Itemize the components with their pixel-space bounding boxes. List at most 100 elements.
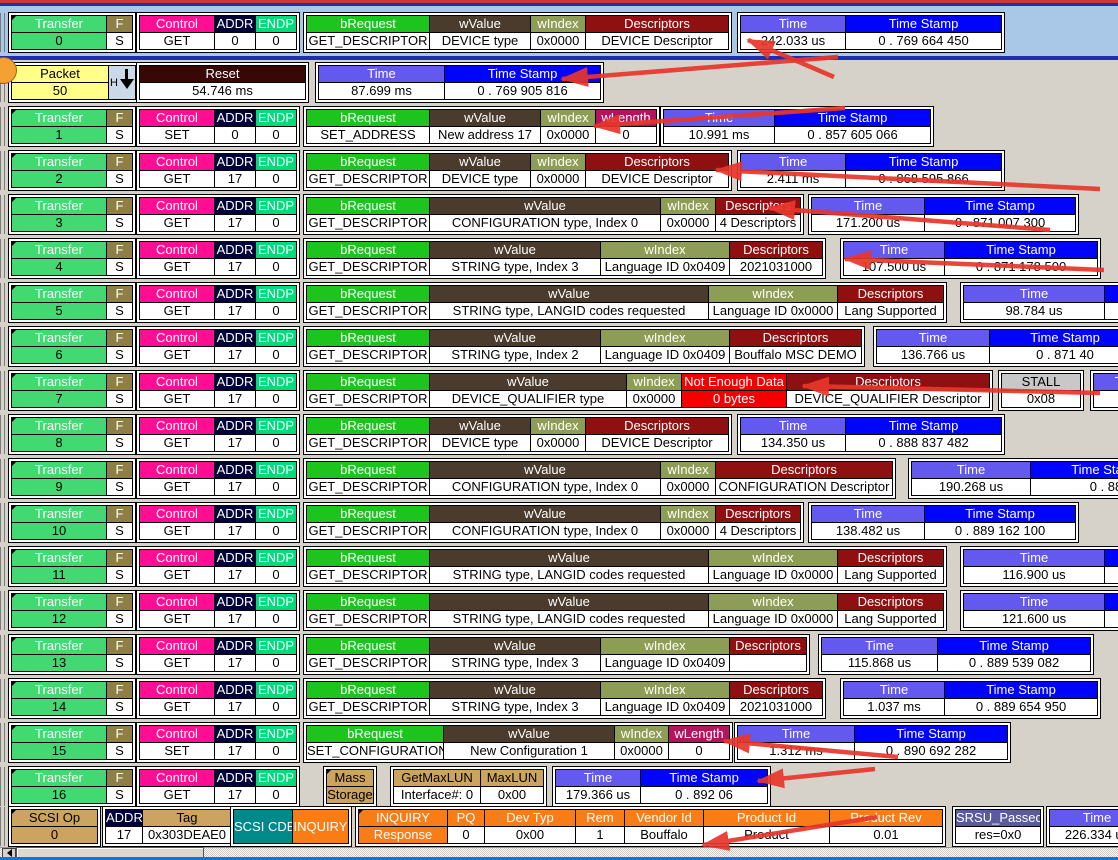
field-value[interactable]: 0: [255, 611, 297, 628]
field-header[interactable]: STALL: [1001, 373, 1081, 391]
field-header[interactable]: ENDP: [255, 241, 297, 259]
field-header[interactable]: wIndex: [660, 505, 716, 523]
field-header[interactable]: Time: [555, 769, 641, 787]
field-header[interactable]: F: [106, 637, 133, 655]
field-value[interactable]: 17: [214, 523, 256, 540]
field-header[interactable]: F: [106, 505, 133, 523]
transfer-row-16[interactable]: Transfer16FSControlGETADDR17ENDP0MassSto…: [0, 766, 1118, 807]
field-value[interactable]: CONFIGURATION type, Index 0: [429, 479, 661, 496]
field-header[interactable]: ENDP: [255, 725, 297, 743]
collapse-triangle-icon[interactable]: [11, 153, 17, 159]
field-header[interactable]: Transfer: [11, 549, 107, 567]
field-value[interactable]: S: [106, 655, 133, 672]
field-header[interactable]: Transfer: [11, 285, 107, 303]
field-value[interactable]: 4: [11, 259, 107, 276]
field-header[interactable]: Time: [740, 153, 846, 171]
field-header[interactable]: bRequest: [306, 329, 430, 347]
field-value[interactable]: [1104, 567, 1118, 584]
field-header[interactable]: ADDR: [214, 637, 256, 655]
field-value[interactable]: STRING type, Index 3: [429, 259, 601, 276]
field-value[interactable]: 0: [255, 215, 297, 232]
field-value[interactable]: Language ID 0x0000: [708, 303, 838, 320]
field-header[interactable]: wValue: [429, 461, 661, 479]
field-header[interactable]: ADDR: [214, 241, 256, 259]
field-header[interactable]: ADDR: [214, 285, 256, 303]
transfer-row-15[interactable]: Transfer15FSControlSETADDR17ENDP0bReques…: [0, 722, 1118, 763]
field-header[interactable]: Transfer: [11, 153, 107, 171]
field-value[interactable]: [1104, 303, 1118, 320]
field-header[interactable]: Transfer: [11, 197, 107, 215]
field-value[interactable]: 190.268 us: [911, 479, 1031, 496]
field-header[interactable]: Control: [139, 197, 215, 215]
collapse-triangle-icon[interactable]: [11, 769, 17, 775]
field-header[interactable]: ENDP: [255, 373, 297, 391]
field-value[interactable]: 138.482 us: [811, 523, 925, 540]
collapse-triangle-icon[interactable]: [11, 637, 17, 643]
field-value[interactable]: 10.991 ms: [663, 127, 775, 144]
transfer-row-10[interactable]: Transfer10FSControlGETADDR17ENDP0bReques…: [0, 502, 1118, 543]
field-value[interactable]: DEVICE_QUALIFIER type: [429, 391, 627, 408]
field-value[interactable]: 0: [11, 827, 98, 844]
field-header[interactable]: wIndex: [530, 15, 586, 33]
field-value[interactable]: 0: [255, 743, 297, 760]
field-header[interactable]: bRequest: [306, 505, 430, 523]
field-header[interactable]: bRequest: [306, 681, 430, 699]
transfer-row-12[interactable]: Transfer12FSControlGETADDR17ENDP0bReques…: [0, 590, 1118, 631]
field-value[interactable]: 0 . 871 007 300: [924, 215, 1076, 232]
field-header[interactable]: F: [106, 241, 133, 259]
field-header[interactable]: Transfer: [11, 329, 107, 347]
field-header[interactable]: bRequest: [306, 373, 430, 391]
field-header[interactable]: F: [106, 769, 133, 787]
field-value[interactable]: 5: [11, 303, 107, 320]
field-header[interactable]: Rem: [575, 809, 625, 827]
field-value[interactable]: DEVICE Descriptor: [585, 435, 729, 452]
field-value[interactable]: DEVICE type: [429, 171, 531, 188]
field-header[interactable]: wValue: [429, 681, 601, 699]
field-value[interactable]: STRING type, Index 3: [429, 699, 601, 716]
field-header[interactable]: Time Stamp: [845, 417, 1002, 435]
field-value[interactable]: 17: [214, 699, 256, 716]
field-value[interactable]: 0 . 769 664 450: [845, 33, 1002, 50]
transfer-row-14[interactable]: Transfer14FSControlGETADDR17ENDP0bReques…: [0, 678, 1118, 719]
field-header[interactable]: ENDP: [255, 197, 297, 215]
field-value[interactable]: 0: [255, 567, 297, 584]
field-header[interactable]: Control: [139, 681, 215, 699]
field-header[interactable]: Transfer: [11, 505, 107, 523]
field-header[interactable]: wIndex: [600, 241, 730, 259]
field-value[interactable]: 17: [214, 611, 256, 628]
field-header[interactable]: Time: [740, 417, 846, 435]
field-value[interactable]: GET: [139, 391, 215, 408]
field-value[interactable]: [1093, 391, 1118, 408]
field-value[interactable]: 0: [255, 391, 297, 408]
field-value[interactable]: GET: [139, 787, 215, 804]
field-value[interactable]: GET_DESCRIPTOR: [306, 699, 430, 716]
scsi-cdb-cell[interactable]: SCSI CDB: [233, 809, 293, 844]
field-header[interactable]: F: [106, 681, 133, 699]
field-header[interactable]: Time Stamp: [924, 505, 1076, 523]
field-value[interactable]: Response: [358, 827, 448, 844]
field-header[interactable]: ADDR: [214, 593, 256, 611]
field-header[interactable]: wIndex: [614, 725, 669, 743]
collapse-triangle-icon[interactable]: [11, 285, 17, 291]
field-value[interactable]: DEVICE type: [429, 435, 531, 452]
field-header[interactable]: Time Stamp: [1104, 593, 1118, 611]
field-value[interactable]: 0: [255, 787, 297, 804]
field-value[interactable]: 242.033 us: [740, 33, 846, 50]
field-header[interactable]: wValue: [429, 329, 601, 347]
field-value[interactable]: GET: [139, 699, 215, 716]
field-header[interactable]: wValue: [429, 15, 531, 33]
field-header[interactable]: ENDP: [255, 505, 297, 523]
field-value[interactable]: S: [106, 567, 133, 584]
field-value[interactable]: 17: [105, 827, 143, 844]
field-header[interactable]: wValue: [429, 549, 709, 567]
field-value[interactable]: GET: [139, 33, 215, 50]
field-header[interactable]: ENDP: [255, 153, 297, 171]
field-header[interactable]: Control: [139, 549, 215, 567]
collapse-triangle-icon[interactable]: [11, 373, 17, 379]
field-value[interactable]: Lang Supported: [837, 303, 944, 320]
field-header[interactable]: F: [106, 285, 133, 303]
field-header[interactable]: ADDR: [214, 461, 256, 479]
field-header[interactable]: ADDR: [214, 505, 256, 523]
field-value[interactable]: 0: [668, 743, 730, 760]
field-value[interactable]: GET: [139, 435, 215, 452]
